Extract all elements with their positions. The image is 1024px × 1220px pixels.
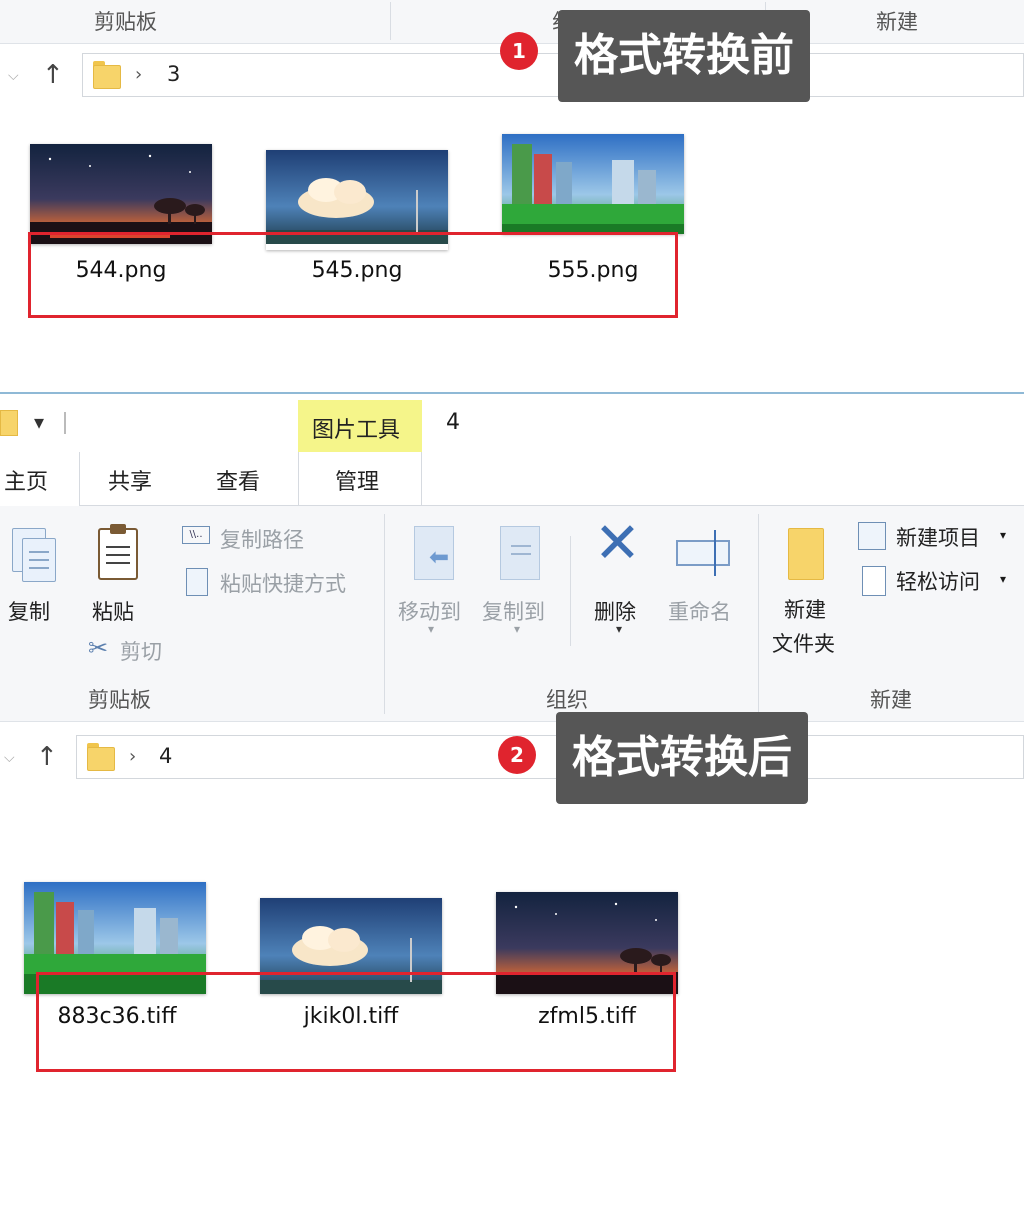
- delete-x-icon: ✕: [594, 511, 641, 576]
- context-tab-header: 图片工具: [298, 400, 422, 452]
- window-title: 4: [446, 410, 460, 435]
- breadcrumb-chevron-icon: ›: [129, 746, 137, 767]
- address-path: 4: [159, 744, 173, 768]
- thumbnail-544[interactable]: [30, 144, 212, 244]
- callout-before-conversion: 格式转换前: [558, 10, 810, 102]
- address-path: 3: [167, 62, 181, 86]
- new-folder-label-1[interactable]: 新建: [784, 594, 826, 624]
- copy-path-button[interactable]: 复制路径: [220, 524, 304, 554]
- paste-shortcut-icon: [186, 568, 208, 596]
- easy-access-dropdown-icon: ▾: [1000, 572, 1007, 586]
- copy-label: 复制: [8, 600, 50, 624]
- new-folder-icon: [788, 528, 824, 580]
- group-separator: [758, 514, 759, 714]
- highlight-box-after: [36, 972, 676, 1072]
- thumbnail-555[interactable]: [502, 134, 684, 234]
- breadcrumb-chevron-icon: ›: [135, 64, 143, 85]
- window-divider: [0, 392, 1024, 394]
- new-item-button[interactable]: 新建项目: [896, 522, 980, 552]
- paste-button[interactable]: 粘贴: [92, 596, 134, 626]
- group-label-clipboard: 剪贴板: [88, 688, 151, 712]
- ribbon-group-new: 新建: [876, 10, 918, 34]
- group-separator: [384, 514, 385, 714]
- folder-icon: [87, 743, 115, 771]
- paste-icon[interactable]: [98, 524, 138, 580]
- recent-locations-chevron-icon[interactable]: ⌵: [8, 68, 19, 84]
- ribbon-separator: [390, 2, 391, 40]
- move-to-icon: ⬅: [414, 526, 454, 580]
- folder-icon: [0, 410, 18, 436]
- up-arrow-icon[interactable]: ↑: [36, 742, 58, 772]
- quick-access-toolbar: ▾ 图片工具 4: [0, 396, 1024, 452]
- qat-separator: [64, 412, 66, 434]
- dusk-trees-scene-icon: [30, 144, 212, 244]
- group-label-organize: 组织: [546, 688, 588, 712]
- cut-button[interactable]: 剪切: [120, 636, 162, 666]
- delete-dropdown-icon: ▾: [616, 622, 623, 636]
- rename-button[interactable]: 重命名: [668, 596, 731, 626]
- tab-home[interactable]: 主页: [0, 452, 80, 506]
- step-badge-1: 1: [500, 32, 538, 70]
- copy-icon-back: [22, 538, 56, 582]
- new-item-dropdown-icon: ▾: [1000, 528, 1007, 542]
- easy-access-button[interactable]: 轻松访问: [896, 566, 980, 596]
- clouds-sky-scene-icon: [266, 150, 448, 244]
- qat-dropdown-icon[interactable]: ▾: [34, 410, 44, 434]
- copy-to-dropdown-icon: ▾: [514, 622, 521, 636]
- new-item-icon: [858, 522, 886, 550]
- tab-share[interactable]: 共享: [108, 464, 152, 496]
- address-bar[interactable]: › 4: [76, 735, 1024, 779]
- group-separator: [570, 536, 571, 646]
- tab-manage[interactable]: 管理: [298, 452, 422, 506]
- green-city-scene-icon: [502, 134, 684, 234]
- step-badge-2: 2: [498, 736, 536, 774]
- recent-locations-chevron-icon[interactable]: ⌵: [4, 750, 15, 766]
- context-tab-label: 图片工具: [312, 418, 401, 443]
- highlight-box-before: [28, 232, 678, 318]
- tab-manage-label: 管理: [335, 470, 380, 495]
- new-folder-label-2[interactable]: 文件夹: [772, 628, 835, 658]
- copy-path-icon: \\..: [182, 526, 210, 544]
- tab-view[interactable]: 查看: [216, 464, 260, 496]
- ribbon-tabs: 主页 共享 查看 管理: [0, 452, 1024, 506]
- callout-after-conversion: 格式转换后: [556, 712, 808, 804]
- address-bar[interactable]: › 3: [82, 53, 1024, 97]
- folder-icon: [93, 61, 121, 89]
- tab-home-label: 主页: [4, 470, 49, 495]
- ribbon-body: 复制 粘贴 \\.. 复制路径 粘贴快捷方式 ✂ 剪切 剪贴板 ⬅ 移动到 ▾ …: [0, 506, 1024, 722]
- delete-button[interactable]: 删除: [594, 596, 636, 626]
- scissors-icon: ✂: [88, 634, 109, 662]
- group-label-new: 新建: [870, 688, 912, 712]
- easy-access-icon: [862, 566, 886, 596]
- copy-to-icon: [500, 526, 540, 580]
- rename-icon: [676, 530, 730, 576]
- ribbon-group-clipboard: 剪贴板: [94, 10, 157, 34]
- move-to-dropdown-icon: ▾: [428, 622, 435, 636]
- paste-shortcut-button[interactable]: 粘贴快捷方式: [220, 568, 346, 598]
- up-arrow-icon[interactable]: ↑: [42, 60, 64, 90]
